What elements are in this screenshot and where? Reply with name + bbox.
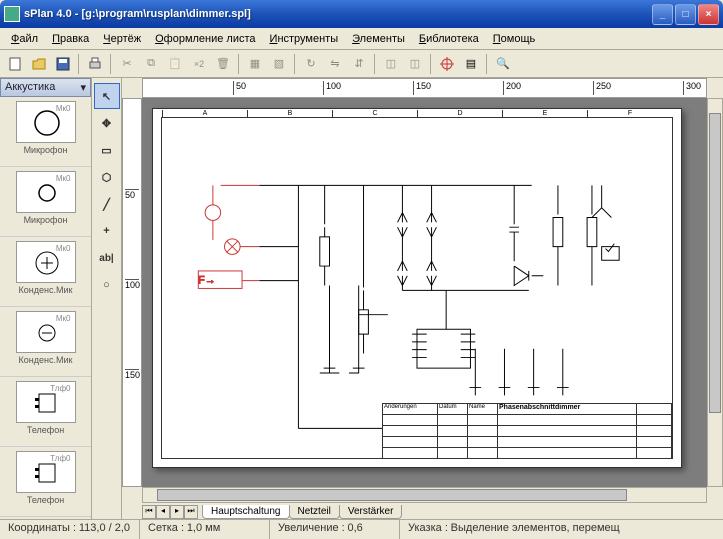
menu-help[interactable]: Помощь: [486, 31, 543, 47]
status-coords: Координаты : 113,0 / 2,0: [0, 520, 140, 539]
menu-elements[interactable]: Элементы: [345, 31, 412, 47]
circle-tool[interactable]: ○: [94, 272, 120, 298]
page-tab[interactable]: Verstärker: [339, 505, 403, 519]
snap-button[interactable]: [436, 53, 458, 75]
save-button[interactable]: [52, 53, 74, 75]
statusbar: Координаты : 113,0 / 2,0 Сетка : 1,0 мм …: [0, 519, 723, 539]
print-button[interactable]: [84, 53, 106, 75]
drawing-sheet[interactable]: ABCDEF F→: [152, 108, 682, 468]
title-block: ÄnderungenDatumNamePhasenabschnittdimmer: [382, 403, 672, 458]
text-tool[interactable]: ab|: [94, 245, 120, 271]
flipv-button[interactable]: ⇵: [348, 53, 370, 75]
tab-nav-last[interactable]: ⏭: [184, 505, 198, 519]
delete-button[interactable]: 🗑: [212, 53, 234, 75]
main-toolbar: ✂ ⧉ 📋 ×2 🗑 ▦ ▧ ↻ ⇋ ⇵ ◫ ◫ ▤ 🔍: [0, 50, 723, 78]
fliph-button[interactable]: ⇋: [324, 53, 346, 75]
schematic-drawing[interactable]: F→: [174, 130, 660, 441]
pointer-tool[interactable]: ↖: [94, 83, 120, 109]
menu-sheet[interactable]: Оформление листа: [148, 31, 262, 47]
tab-nav-first[interactable]: ⏮: [142, 505, 156, 519]
front-button[interactable]: ▦: [244, 53, 266, 75]
menu-tools[interactable]: Инструменты: [263, 31, 346, 47]
list-button[interactable]: ▤: [460, 53, 482, 75]
svg-text:F→: F→: [198, 275, 215, 287]
rotate-button[interactable]: ↻: [300, 53, 322, 75]
palette-component[interactable]: Мк0 Микрофон: [0, 167, 91, 237]
line-tool[interactable]: ╱: [94, 191, 120, 217]
titlebar: sPlan 4.0 - [g:\program\rusplan\dimmer.s…: [0, 0, 723, 28]
menubar: Файл Правка Чертёж Оформление листа Инст…: [0, 28, 723, 50]
canvas-area: 50100150200250300 50100150 ABCDEF F→: [122, 78, 723, 519]
tab-nav-next[interactable]: ▸: [170, 505, 184, 519]
dup-button[interactable]: ×2: [188, 53, 210, 75]
rect-tool[interactable]: ▭: [94, 137, 120, 163]
back-button[interactable]: ▧: [268, 53, 290, 75]
vertical-scrollbar[interactable]: [707, 98, 723, 487]
ruler-vertical: 50100150: [122, 98, 142, 487]
zoom-button[interactable]: 🔍: [492, 53, 514, 75]
page-tab[interactable]: Hauptschaltung: [202, 505, 290, 519]
canvas-viewport[interactable]: ABCDEF F→: [142, 98, 707, 487]
close-button[interactable]: ×: [698, 4, 719, 25]
window-title: sPlan 4.0 - [g:\program\rusplan\dimmer.s…: [24, 8, 652, 20]
drawing-tool-strip: ↖ ✥ ▭ ⬡ ╱ + ab| ○: [92, 78, 122, 519]
maximize-button[interactable]: □: [675, 4, 696, 25]
status-grid: Сетка : 1,0 мм: [140, 520, 270, 539]
open-button[interactable]: [28, 53, 50, 75]
copy-button[interactable]: ⧉: [140, 53, 162, 75]
palette-component[interactable]: Мк0 Конденс.Мик: [0, 307, 91, 377]
new-button[interactable]: [4, 53, 26, 75]
palette-component[interactable]: Тлф0 Телефон: [0, 377, 91, 447]
menu-library[interactable]: Библиотека: [412, 31, 486, 47]
cut-button[interactable]: ✂: [116, 53, 138, 75]
move-tool[interactable]: ✥: [94, 110, 120, 136]
status-hint: Указка : Выделение элементов, перемещ: [400, 520, 723, 539]
group-button[interactable]: ◫: [380, 53, 402, 75]
menu-drawing[interactable]: Чертёж: [96, 31, 148, 47]
palette-category-tab[interactable]: Аккустика▾: [0, 78, 91, 97]
page-tab[interactable]: Netzteil: [289, 505, 340, 519]
chevron-down-icon: ▾: [80, 81, 86, 94]
horizontal-scrollbar[interactable]: [142, 487, 707, 503]
palette-component[interactable]: Мк0 Микрофон: [0, 97, 91, 167]
palette-component[interactable]: Мк0 Конденс.Мик: [0, 237, 91, 307]
minimize-button[interactable]: _: [652, 4, 673, 25]
poly-tool[interactable]: ⬡: [94, 164, 120, 190]
component-palette: Аккустика▾ Мк0 Микрофон Мк0 Микрофон Мк0…: [0, 78, 92, 519]
ruler-horizontal: 50100150200250300: [142, 78, 707, 98]
palette-component[interactable]: Тлф0 Телефон: [0, 447, 91, 517]
menu-file[interactable]: Файл: [4, 31, 45, 47]
ungroup-button[interactable]: ◫: [404, 53, 426, 75]
tab-nav-prev[interactable]: ◂: [156, 505, 170, 519]
paste-button[interactable]: 📋: [164, 53, 186, 75]
status-zoom: Увеличение : 0,6: [270, 520, 400, 539]
app-icon: [4, 6, 20, 22]
node-tool[interactable]: +: [94, 218, 120, 244]
menu-edit[interactable]: Правка: [45, 31, 96, 47]
page-tabs: ⏮ ◂ ▸ ⏭ Hauptschaltung Netzteil Verstärk…: [142, 503, 401, 519]
